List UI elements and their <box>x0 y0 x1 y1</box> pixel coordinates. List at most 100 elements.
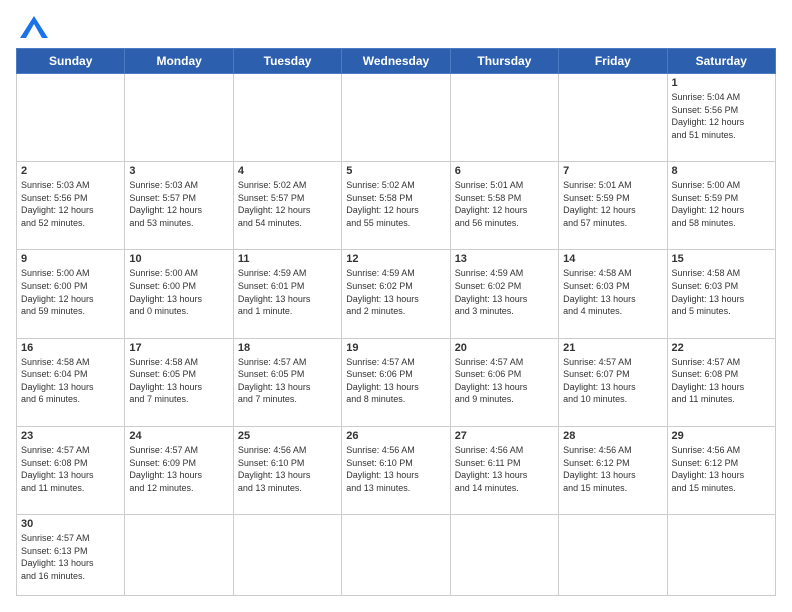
day-number: 16 <box>21 342 120 354</box>
day-number: 9 <box>21 253 120 265</box>
day-info: Sunrise: 4:59 AM Sunset: 6:02 PM Dayligh… <box>455 267 554 317</box>
calendar-cell: 7 Sunrise: 5:01 AM Sunset: 5:59 PM Daylig… <box>559 162 667 250</box>
day-info: Sunrise: 4:57 AM Sunset: 6:07 PM Dayligh… <box>563 356 662 406</box>
day-info: Sunrise: 4:57 AM Sunset: 6:08 PM Dayligh… <box>21 444 120 494</box>
header-day-thursday: Thursday <box>450 49 558 74</box>
day-number: 5 <box>346 165 445 177</box>
calendar-cell: 21 Sunrise: 4:57 AM Sunset: 6:07 PM Dayli… <box>559 338 667 426</box>
header-day-wednesday: Wednesday <box>342 49 450 74</box>
day-number: 26 <box>346 430 445 442</box>
day-number: 27 <box>455 430 554 442</box>
week-row-0: 1 Sunrise: 5:04 AM Sunset: 5:56 PM Daylig… <box>17 74 776 162</box>
logo <box>16 16 48 38</box>
day-number: 15 <box>672 253 771 265</box>
day-info: Sunrise: 4:58 AM Sunset: 6:04 PM Dayligh… <box>21 356 120 406</box>
day-number: 30 <box>21 518 120 530</box>
calendar-cell <box>450 74 558 162</box>
day-info: Sunrise: 4:57 AM Sunset: 6:06 PM Dayligh… <box>346 356 445 406</box>
calendar-cell: 12 Sunrise: 4:59 AM Sunset: 6:02 PM Dayli… <box>342 250 450 338</box>
day-number: 21 <box>563 342 662 354</box>
day-number: 18 <box>238 342 337 354</box>
calendar-cell: 5Sunrise: 5:02 AM Sunset: 5:58 PM Daylig… <box>342 162 450 250</box>
day-number: 8 <box>672 165 771 177</box>
calendar-cell <box>450 515 558 596</box>
day-number: 17 <box>129 342 228 354</box>
day-number: 13 <box>455 253 554 265</box>
calendar-cell: 23 Sunrise: 4:57 AM Sunset: 6:08 PM Dayli… <box>17 426 125 514</box>
day-info: Sunrise: 5:04 AM Sunset: 5:56 PM Dayligh… <box>672 91 771 141</box>
day-number: 28 <box>563 430 662 442</box>
calendar-cell <box>559 515 667 596</box>
calendar-cell: 26 Sunrise: 4:56 AM Sunset: 6:10 PM Dayli… <box>342 426 450 514</box>
calendar-cell: 9 Sunrise: 5:00 AM Sunset: 6:00 PM Daylig… <box>17 250 125 338</box>
day-info: Sunrise: 4:57 AM Sunset: 6:08 PM Dayligh… <box>672 356 771 406</box>
day-number: 29 <box>672 430 771 442</box>
calendar-cell <box>233 515 341 596</box>
day-number: 6 <box>455 165 554 177</box>
calendar-cell <box>17 74 125 162</box>
day-number: 25 <box>238 430 337 442</box>
week-row-2: 9 Sunrise: 5:00 AM Sunset: 6:00 PM Daylig… <box>17 250 776 338</box>
day-info: Sunrise: 5:00 AM Sunset: 6:00 PM Dayligh… <box>21 267 120 317</box>
calendar-table: SundayMondayTuesdayWednesdayThursdayFrid… <box>16 48 776 596</box>
day-info: Sunrise: 5:00 AM Sunset: 5:59 PM Dayligh… <box>672 179 771 229</box>
day-info: Sunrise: 4:58 AM Sunset: 6:05 PM Dayligh… <box>129 356 228 406</box>
calendar-cell <box>125 74 233 162</box>
calendar-cell: 17 Sunrise: 4:58 AM Sunset: 6:05 PM Dayli… <box>125 338 233 426</box>
day-number: 3 <box>129 165 228 177</box>
calendar-cell: 14 Sunrise: 4:58 AM Sunset: 6:03 PM Dayli… <box>559 250 667 338</box>
calendar-cell: 13 Sunrise: 4:59 AM Sunset: 6:02 PM Dayli… <box>450 250 558 338</box>
calendar-cell <box>667 515 775 596</box>
day-number: 14 <box>563 253 662 265</box>
header-day-tuesday: Tuesday <box>233 49 341 74</box>
calendar-header-row: SundayMondayTuesdayWednesdayThursdayFrid… <box>17 49 776 74</box>
week-row-1: 2Sunrise: 5:03 AM Sunset: 5:56 PM Daylig… <box>17 162 776 250</box>
day-number: 19 <box>346 342 445 354</box>
day-number: 23 <box>21 430 120 442</box>
logo-icon <box>20 16 48 38</box>
day-info: Sunrise: 4:57 AM Sunset: 6:06 PM Dayligh… <box>455 356 554 406</box>
day-number: 1 <box>672 77 771 89</box>
calendar-cell: 25 Sunrise: 4:56 AM Sunset: 6:10 PM Dayli… <box>233 426 341 514</box>
day-info: Sunrise: 4:59 AM Sunset: 6:02 PM Dayligh… <box>346 267 445 317</box>
calendar-cell: 3Sunrise: 5:03 AM Sunset: 5:57 PM Daylig… <box>125 162 233 250</box>
day-info: Sunrise: 4:58 AM Sunset: 6:03 PM Dayligh… <box>563 267 662 317</box>
day-info: Sunrise: 4:56 AM Sunset: 6:12 PM Dayligh… <box>563 444 662 494</box>
day-number: 10 <box>129 253 228 265</box>
calendar-cell: 30 Sunrise: 4:57 AM Sunset: 6:13 PM Dayli… <box>17 515 125 596</box>
day-number: 11 <box>238 253 337 265</box>
calendar-cell: 15 Sunrise: 4:58 AM Sunset: 6:03 PM Dayli… <box>667 250 775 338</box>
calendar-cell: 2Sunrise: 5:03 AM Sunset: 5:56 PM Daylig… <box>17 162 125 250</box>
day-info: Sunrise: 4:58 AM Sunset: 6:03 PM Dayligh… <box>672 267 771 317</box>
calendar-cell: 20 Sunrise: 4:57 AM Sunset: 6:06 PM Dayli… <box>450 338 558 426</box>
day-info: Sunrise: 5:03 AM Sunset: 5:56 PM Dayligh… <box>21 179 120 229</box>
calendar-cell <box>125 515 233 596</box>
day-info: Sunrise: 5:01 AM Sunset: 5:59 PM Dayligh… <box>563 179 662 229</box>
calendar-cell <box>233 74 341 162</box>
day-info: Sunrise: 4:57 AM Sunset: 6:05 PM Dayligh… <box>238 356 337 406</box>
calendar-page: SundayMondayTuesdayWednesdayThursdayFrid… <box>0 0 792 612</box>
calendar-cell <box>342 74 450 162</box>
day-info: Sunrise: 4:57 AM Sunset: 6:13 PM Dayligh… <box>21 532 120 582</box>
day-number: 7 <box>563 165 662 177</box>
day-info: Sunrise: 4:57 AM Sunset: 6:09 PM Dayligh… <box>129 444 228 494</box>
day-number: 12 <box>346 253 445 265</box>
day-number: 20 <box>455 342 554 354</box>
day-info: Sunrise: 4:56 AM Sunset: 6:10 PM Dayligh… <box>346 444 445 494</box>
week-row-3: 16 Sunrise: 4:58 AM Sunset: 6:04 PM Dayli… <box>17 338 776 426</box>
calendar-cell: 10 Sunrise: 5:00 AM Sunset: 6:00 PM Dayli… <box>125 250 233 338</box>
header-day-monday: Monday <box>125 49 233 74</box>
day-info: Sunrise: 4:56 AM Sunset: 6:11 PM Dayligh… <box>455 444 554 494</box>
day-info: Sunrise: 4:56 AM Sunset: 6:10 PM Dayligh… <box>238 444 337 494</box>
week-row-4: 23 Sunrise: 4:57 AM Sunset: 6:08 PM Dayli… <box>17 426 776 514</box>
day-number: 4 <box>238 165 337 177</box>
day-info: Sunrise: 5:00 AM Sunset: 6:00 PM Dayligh… <box>129 267 228 317</box>
calendar-cell: 16 Sunrise: 4:58 AM Sunset: 6:04 PM Dayli… <box>17 338 125 426</box>
calendar-cell <box>559 74 667 162</box>
day-info: Sunrise: 4:56 AM Sunset: 6:12 PM Dayligh… <box>672 444 771 494</box>
calendar-cell: 24Sunrise: 4:57 AM Sunset: 6:09 PM Dayli… <box>125 426 233 514</box>
calendar-cell: 1 Sunrise: 5:04 AM Sunset: 5:56 PM Daylig… <box>667 74 775 162</box>
day-number: 22 <box>672 342 771 354</box>
calendar-cell: 8 Sunrise: 5:00 AM Sunset: 5:59 PM Daylig… <box>667 162 775 250</box>
calendar-cell: 19 Sunrise: 4:57 AM Sunset: 6:06 PM Dayli… <box>342 338 450 426</box>
